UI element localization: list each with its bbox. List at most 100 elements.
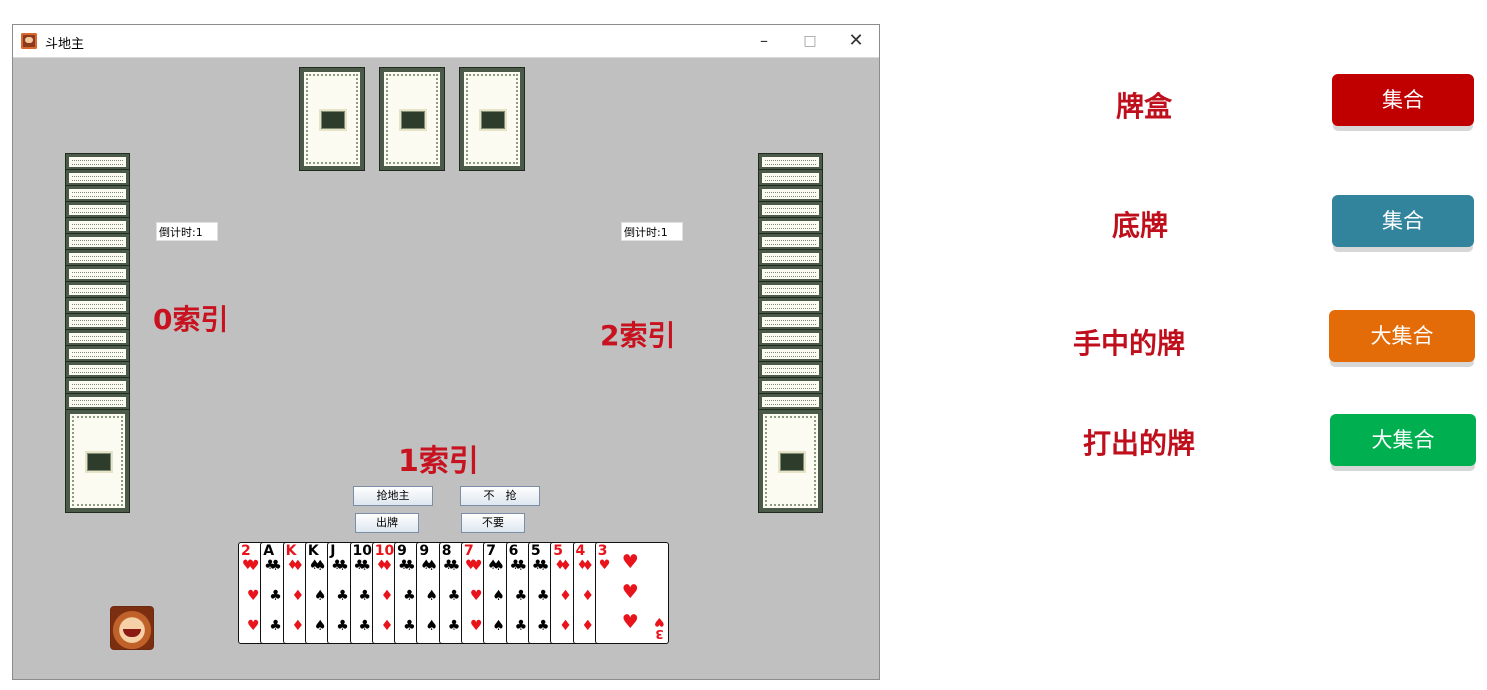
grab-landlord-button[interactable]: 抢地主 <box>353 486 433 506</box>
card-pip-icon: ♣ <box>269 588 282 604</box>
card-pip-icon: ♥ <box>247 618 260 634</box>
stack-card <box>758 185 823 203</box>
maximize-button[interactable]: □ <box>787 25 833 57</box>
stack-card <box>65 185 130 203</box>
card-rank: 3 <box>597 543 608 559</box>
card-pip-icon: ♠ <box>492 558 505 574</box>
bottom-card-2 <box>379 67 445 171</box>
stack-card <box>65 361 130 379</box>
card-pip-icon: ♣ <box>536 618 550 634</box>
card-pip-icon: ♦ <box>291 558 305 574</box>
card-pip-icon: ♥ <box>470 588 483 604</box>
stack-card <box>758 313 823 331</box>
card-rank: 10 <box>352 543 372 559</box>
card-rank: 6 <box>508 543 519 559</box>
stack-card <box>758 281 823 299</box>
card-pip-icon: ♥ <box>470 558 483 574</box>
card-back-emblem-icon <box>779 453 804 471</box>
card-pip-icon: ♣ <box>514 588 528 604</box>
legend-label-played-cards: 打出的牌 <box>1083 427 1196 460</box>
card-pip-icon: ♣ <box>403 558 416 574</box>
pass-button[interactable]: 不要 <box>461 513 525 533</box>
card-rank: 2 <box>241 543 251 559</box>
play-button[interactable]: 出牌 <box>355 513 419 533</box>
stack-card <box>758 361 823 379</box>
card-pip-icon: ♦ <box>559 558 572 574</box>
card-rank: 4 <box>575 543 586 559</box>
right-countdown: 倒计时:1 <box>621 222 683 241</box>
card-pip-icon: ♣ <box>403 618 416 634</box>
card-pip-icon: ♦ <box>291 618 305 634</box>
stack-card <box>65 265 130 283</box>
card-pip-icon: ♠ <box>313 558 327 574</box>
card-corner-rank: 3 ♥ <box>654 615 665 641</box>
stack-card <box>65 377 130 395</box>
card-pip-icon: ♠ <box>492 618 505 634</box>
bottom-card-1 <box>299 67 365 171</box>
app-icon <box>21 33 37 49</box>
card-rank: 9 <box>419 543 430 559</box>
card-pip-icon: ♦ <box>581 588 595 604</box>
legend-button-played-cards[interactable]: 大集合 <box>1330 414 1476 466</box>
card-pip-icon: ♥ <box>470 618 483 634</box>
card-pip-icon: ♥ <box>621 551 639 573</box>
stack-card <box>65 217 130 235</box>
card-rank: 5 <box>553 543 563 559</box>
stack-top-card <box>65 409 130 513</box>
stack-card <box>758 297 823 315</box>
legend-label-hand-cards: 手中的牌 <box>1073 327 1186 360</box>
legend-button-bottom-cards[interactable]: 集合 <box>1332 195 1474 247</box>
stack-card <box>758 217 823 235</box>
index-1-label: 1索引 <box>398 444 479 479</box>
index-2-label: 2索引 <box>600 319 676 352</box>
card-pip-icon: ♣ <box>358 588 372 604</box>
stack-card <box>758 329 823 347</box>
left-countdown: 倒计时:1 <box>156 222 218 241</box>
card-back-emblem-icon <box>481 111 505 129</box>
card-pip-icon: ♦ <box>559 618 572 634</box>
card-rank: 5 <box>530 543 541 559</box>
card-rank: K <box>285 543 297 559</box>
stack-card <box>65 393 130 411</box>
card-pip-icon: ♥ <box>247 558 260 574</box>
stack-card <box>758 249 823 267</box>
card-pip-icon: ♣ <box>447 588 461 604</box>
stack-card <box>65 329 130 347</box>
card-pip-icon: ♣ <box>447 558 461 574</box>
minimize-button[interactable]: – <box>741 25 787 57</box>
stack-card <box>65 281 130 299</box>
legend-label-bottom-cards: 底牌 <box>1112 209 1169 242</box>
card-pip-icon: ♥ <box>621 611 639 633</box>
hand-card[interactable]: 3 ♥ ♥ ♥ ♥ 3 ♥ <box>594 542 669 644</box>
legend-button-card-box[interactable]: 集合 <box>1332 74 1474 126</box>
bottom-card-3 <box>459 67 525 171</box>
card-pip-icon: ♣ <box>358 618 372 634</box>
legend-button-hand-cards[interactable]: 大集合 <box>1329 310 1475 362</box>
card-rank: 9 <box>397 543 407 559</box>
card-pip-icon: ♣ <box>336 618 349 634</box>
card-pip-icon: ♣ <box>536 588 550 604</box>
card-pip-icon: ♣ <box>336 558 349 574</box>
card-pip-icon: ♣ <box>514 558 528 574</box>
card-rank: A <box>263 543 275 559</box>
stack-card <box>758 233 823 251</box>
legend-label-card-box: 牌盒 <box>1116 90 1173 123</box>
card-pip-icon: ♣ <box>447 618 461 634</box>
card-rank: 7 <box>464 543 474 559</box>
window-title: 斗地主 <box>45 37 85 52</box>
not-grab-button[interactable]: 不 抢 <box>460 486 540 506</box>
card-pip-icon: ♣ <box>358 558 372 574</box>
card-pip-icon: ♣ <box>336 588 349 604</box>
stack-card <box>758 393 823 411</box>
card-rank: 10 <box>374 543 395 559</box>
stack-card <box>758 265 823 283</box>
stack-card <box>65 153 130 171</box>
stack-card <box>65 201 130 219</box>
game-table: 倒计时:1 倒计时:1 0索引 2索引 1索引 抢地主 不 抢 出牌 不要 2 ♥… <box>13 58 879 679</box>
close-button[interactable]: ✕ <box>833 25 879 57</box>
card-pip-icon: ♥ <box>247 588 260 604</box>
card-rank: J <box>330 543 336 559</box>
card-pip-icon: ♠ <box>425 558 438 574</box>
stack-card <box>758 345 823 363</box>
stack-card <box>65 249 130 267</box>
